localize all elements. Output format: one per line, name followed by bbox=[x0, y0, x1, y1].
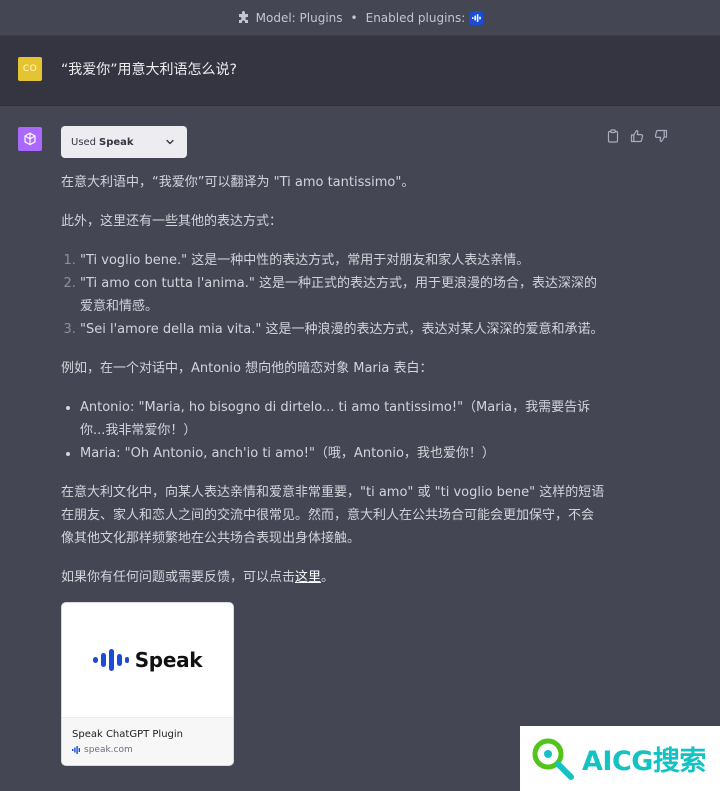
feedback-link[interactable]: 这里 bbox=[295, 570, 321, 585]
magnifier-logo-icon bbox=[532, 738, 574, 780]
list-item: Antonio: "Maria, ho bisogno di dirtelo..… bbox=[80, 396, 606, 442]
feedback-suffix: 。 bbox=[321, 570, 335, 585]
used-plugin-name: Speak bbox=[99, 136, 134, 148]
list-item: Maria: "Oh Antonio, anch'io ti amo!"（哦，A… bbox=[80, 442, 606, 465]
chevron-down-icon bbox=[166, 139, 174, 145]
user-message-row: CO “我爱你”用意大利语怎么说? bbox=[0, 36, 720, 106]
culture-paragraph: 在意大利文化中，向某人表达亲情和爱意非常重要，"ti amo" 或 "ti vo… bbox=[61, 485, 605, 546]
card-domain: speak.com bbox=[84, 745, 133, 755]
list-item: "Sei l'amore della mia vita." 这是一种浪漫的表达方… bbox=[80, 318, 606, 341]
list-item: "Ti voglio bene." 这是一种中性的表达方式，常用于对朋友和家人表… bbox=[80, 249, 606, 272]
used-prefix: Used bbox=[71, 136, 97, 148]
puzzle-icon bbox=[237, 10, 251, 25]
feedback-prefix: 如果你有任何问题或需要反馈，可以点击 bbox=[61, 570, 296, 585]
speak-logo-text: Speak bbox=[134, 648, 203, 672]
separator-dot: • bbox=[350, 10, 358, 25]
message-actions bbox=[605, 128, 669, 144]
speak-favicon-icon bbox=[72, 746, 80, 754]
thumbs-down-icon[interactable] bbox=[653, 128, 669, 144]
openai-logo-icon bbox=[24, 132, 36, 146]
list-item: "Ti amo con tutta l'anima." 这是一种正式的表达方式，… bbox=[80, 272, 606, 318]
speak-plugin-icon[interactable] bbox=[469, 10, 484, 25]
used-plugin-toggle[interactable]: Used Speak bbox=[61, 126, 187, 158]
card-image: Speak bbox=[62, 603, 233, 717]
speak-plugin-card[interactable]: Speak Speak ChatGPT Plugin speak.com bbox=[61, 602, 234, 766]
intro-paragraph: 此外，这里还有一些其他的表达方式： bbox=[61, 214, 283, 229]
user-message-text: “我爱你”用意大利语怎么说? bbox=[61, 62, 237, 78]
enabled-plugins-label: Enabled plugins: bbox=[365, 10, 466, 25]
user-avatar: CO bbox=[18, 57, 42, 81]
card-footer: Speak ChatGPT Plugin speak.com bbox=[62, 717, 233, 765]
speak-logo: Speak bbox=[92, 648, 203, 672]
speak-waveform-icon bbox=[92, 649, 129, 671]
assistant-message: 在意大利语中，“我爱你”可以翻译为 "Ti amo tantissimo"。 此… bbox=[61, 171, 606, 605]
aicg-watermark: AICG搜索 bbox=[520, 726, 720, 791]
model-label: Model: Plugins bbox=[255, 10, 343, 25]
assistant-avatar bbox=[18, 127, 42, 151]
card-domain-row: speak.com bbox=[72, 745, 223, 755]
thumbs-up-icon[interactable] bbox=[629, 128, 645, 144]
example-paragraph: 例如，在一个对话中，Antonio 想向他的暗恋对象 Maria 表白： bbox=[61, 361, 433, 376]
answer-paragraph: 在意大利语中，“我爱你”可以翻译为 "Ti amo tantissimo"。 bbox=[61, 175, 415, 190]
card-title: Speak ChatGPT Plugin bbox=[72, 729, 183, 740]
model-bar: Model: Plugins • Enabled plugins: bbox=[0, 0, 720, 36]
dialogue-list: Antonio: "Maria, ho bisogno di dirtelo..… bbox=[61, 396, 606, 465]
watermark-text: AICG搜索 bbox=[582, 746, 706, 777]
expression-list: "Ti voglio bene." 这是一种中性的表达方式，常用于对朋友和家人表… bbox=[61, 249, 606, 341]
feedback-paragraph: 如果你有任何问题或需要反馈，可以点击这里。 bbox=[61, 566, 606, 589]
copy-icon[interactable] bbox=[605, 128, 621, 144]
